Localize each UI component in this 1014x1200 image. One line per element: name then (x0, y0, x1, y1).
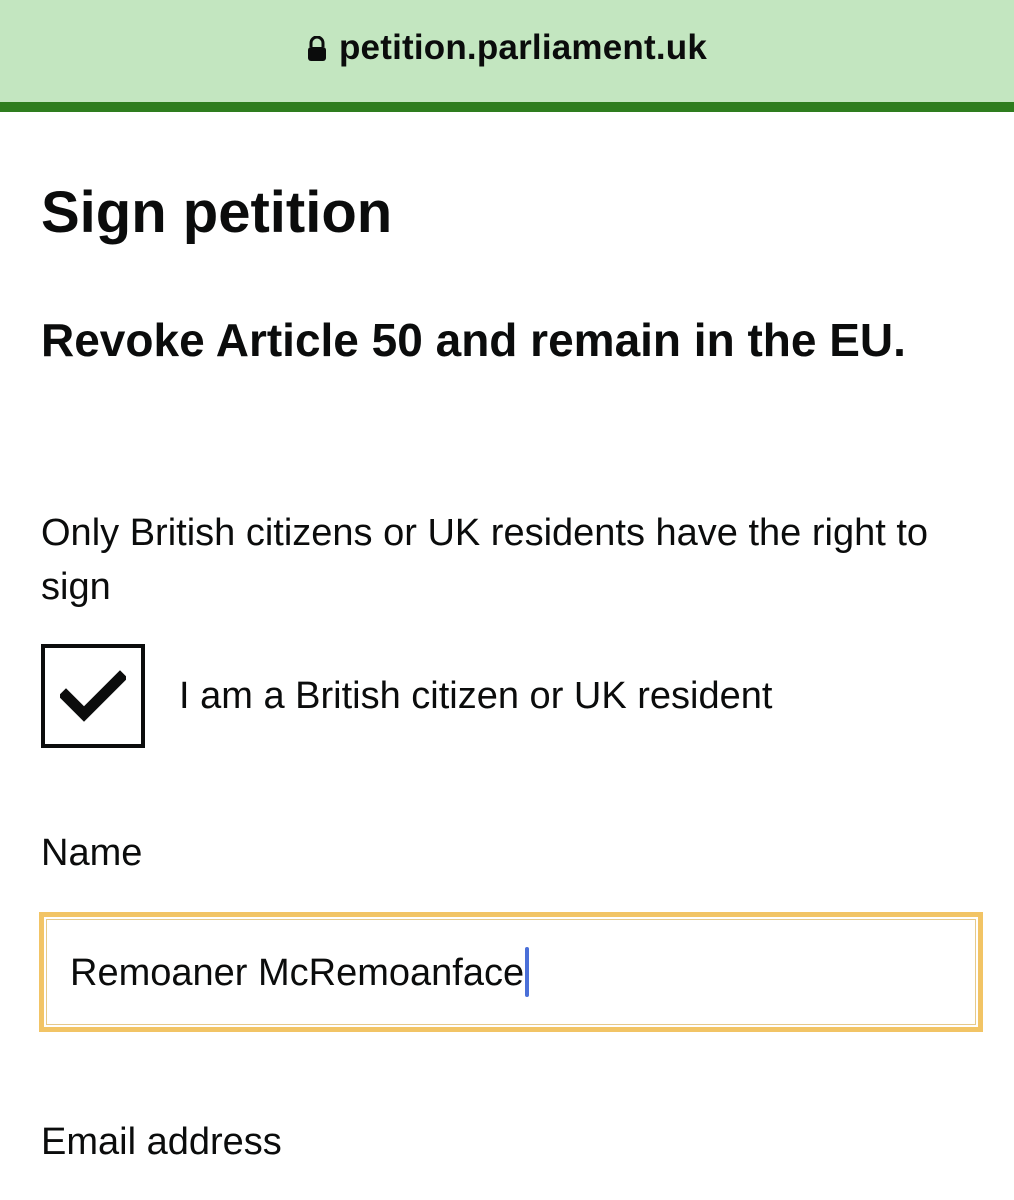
eligibility-notice: Only British citizens or UK residents ha… (41, 512, 929, 608)
text-cursor (525, 946, 530, 997)
name-input[interactable]: Remoaner McRemoanface (39, 912, 983, 1032)
name-input-text: Remoaner McRemoanface (70, 952, 525, 994)
url-display[interactable]: petition.parliament.uk (307, 28, 707, 68)
email-field-label: Email address (41, 1121, 282, 1163)
browser-address-bar[interactable]: petition.parliament.uk (0, 0, 1014, 102)
petition-title: Revoke Article 50 and remain in the EU. (41, 314, 906, 366)
name-field-label: Name (41, 832, 143, 874)
name-input-value[interactable]: Remoaner McRemoanface (70, 946, 530, 1000)
eligibility-checkbox-row[interactable]: I am a British citizen or UK resident (41, 644, 772, 748)
lock-icon (307, 35, 327, 62)
eligibility-checkbox[interactable] (41, 644, 145, 748)
eligibility-checkbox-label[interactable]: I am a British citizen or UK resident (179, 669, 772, 723)
url-text: petition.parliament.uk (338, 28, 708, 67)
checkmark-icon (60, 670, 126, 722)
page-title: Sign petition (41, 180, 393, 245)
header-accent-rule (0, 102, 1014, 112)
